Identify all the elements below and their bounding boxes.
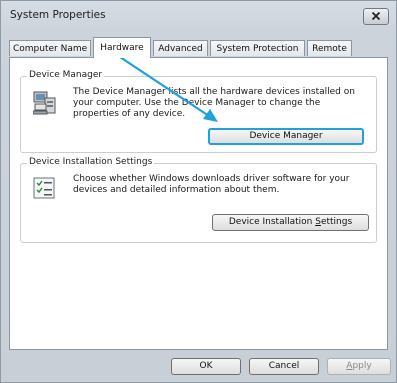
installation-settings-desc-1: Choose whether Windows downloads driver … <box>73 174 350 184</box>
tab-label: System Protection <box>216 44 299 54</box>
device-manager-desc-3: properties of any device. <box>73 109 186 119</box>
button-label-post: ettings <box>320 217 353 227</box>
group-legend: Device Manager <box>27 70 105 80</box>
apply-button[interactable]: Apply <box>327 358 391 375</box>
cancel-button[interactable]: Cancel <box>249 358 319 375</box>
button-label: Cancel <box>268 361 300 371</box>
tab-remote[interactable]: Remote <box>307 40 352 56</box>
device-installation-settings-button[interactable]: Device Installation Settings <box>212 214 369 231</box>
close-button[interactable] <box>363 8 389 25</box>
system-properties-window: System Properties Computer Name Hardware… <box>0 0 397 383</box>
device-manager-button[interactable]: Device Manager <box>208 128 364 145</box>
button-label: OK <box>199 361 213 371</box>
tab-label: Hardware <box>100 43 144 53</box>
tab-label: Computer Name <box>13 44 88 54</box>
hardware-tab-page: Device Manager The Device Manager lists … <box>9 57 388 350</box>
device-manager-desc-2: your computer. Use the Device Manager to… <box>73 98 321 108</box>
tab-system-protection[interactable]: System Protection <box>210 40 305 56</box>
device-manager-icon <box>33 91 56 115</box>
tab-label: Remote <box>312 44 347 54</box>
tab-label: Advanced <box>158 44 203 54</box>
close-icon <box>372 12 380 20</box>
settings-checklist-icon <box>33 177 55 199</box>
button-label: Device Manager <box>249 131 323 141</box>
ok-button[interactable]: OK <box>171 358 241 375</box>
window-title: System Properties <box>10 9 106 21</box>
device-manager-desc-1: The Device Manager lists all the hardwar… <box>73 87 355 97</box>
title-bar[interactable]: System Properties <box>1 1 396 29</box>
group-legend: Device Installation Settings <box>27 157 155 167</box>
button-label-pre: Device Installation <box>228 217 316 227</box>
device-manager-group: Device Manager The Device Manager lists … <box>20 70 377 153</box>
device-installation-settings-group: Device Installation Settings Choose whet… <box>20 157 377 243</box>
tab-advanced[interactable]: Advanced <box>153 40 208 56</box>
installation-settings-desc-2: devices and detailed information about t… <box>73 185 280 195</box>
button-label-rest: pply <box>352 361 372 371</box>
tab-hardware[interactable]: Hardware <box>93 37 151 58</box>
tab-computer-name[interactable]: Computer Name <box>9 40 91 56</box>
